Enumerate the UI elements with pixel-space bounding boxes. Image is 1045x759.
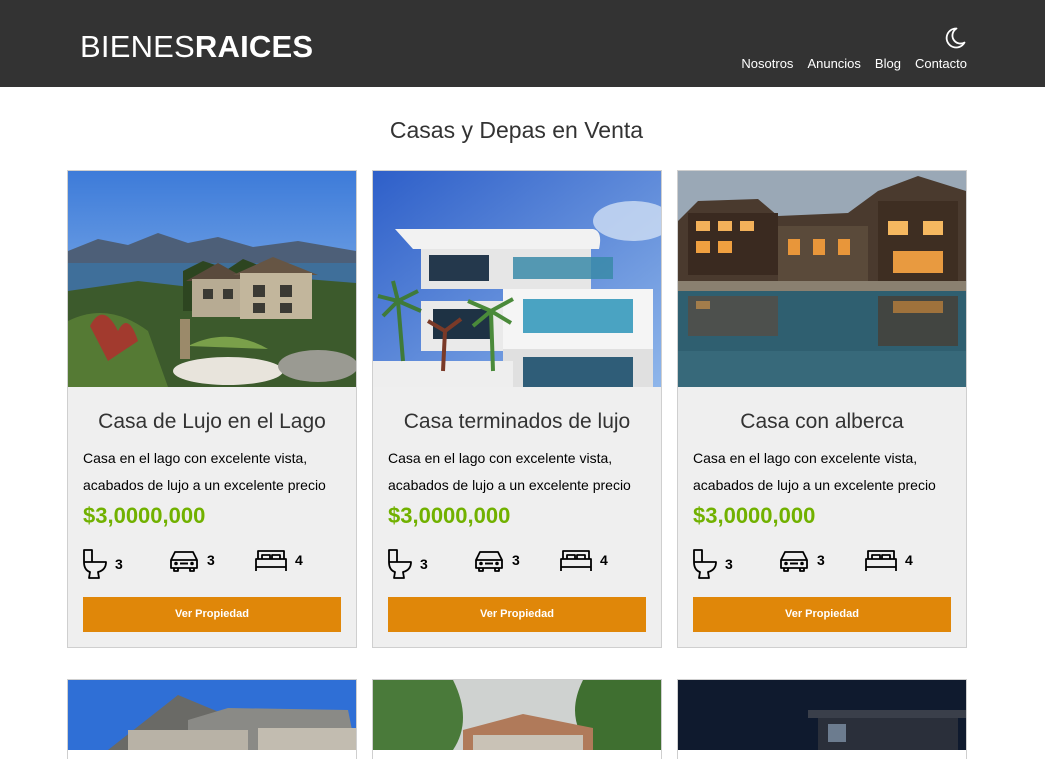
listing-features: 3 3 4 — [82, 548, 342, 580]
listing-card: Casa con alberca Casa en el lago con exc… — [677, 170, 967, 648]
toilet-icon — [693, 549, 717, 579]
feature-parking: 3 — [778, 548, 825, 572]
bed-icon — [560, 550, 592, 571]
listing-photo — [678, 171, 966, 387]
toilet-icon — [83, 549, 107, 579]
parking-count: 3 — [817, 552, 825, 568]
listing-description: Casa en el lago con excelente vista, aca… — [388, 450, 631, 493]
feature-bathrooms: 3 — [387, 548, 428, 580]
feature-bathrooms: 3 — [82, 548, 123, 580]
bedrooms-count: 4 — [905, 552, 913, 568]
logo-light-text: BIENES — [80, 29, 195, 64]
listing-description: Casa en el lago con excelente vista, aca… — [83, 450, 326, 493]
page-title: Casas y Depas en Venta — [389, 117, 644, 143]
bathrooms-count: 3 — [115, 556, 123, 572]
listing-title: Casa terminados de lujo — [403, 410, 631, 433]
listing-photo — [68, 680, 356, 750]
listing-features: 3 3 4 — [692, 548, 952, 580]
listing-price: $3,0000,000 — [83, 503, 206, 528]
view-property-button[interactable]: Ver Propiedad — [693, 597, 951, 632]
view-property-button[interactable]: Ver Propiedad — [83, 597, 341, 632]
bedrooms-count: 4 — [600, 552, 608, 568]
feature-parking: 3 — [473, 548, 520, 572]
bed-icon — [865, 550, 897, 571]
listing-title: Casa con alberca — [740, 410, 904, 433]
nav-link-contacto[interactable]: Contacto — [915, 55, 967, 73]
listing-photo — [373, 171, 661, 387]
listing-card-partial — [372, 679, 662, 759]
site-header: BIENESRAICES Nosotros Anuncios Blog Cont… — [0, 0, 1045, 87]
bathrooms-count: 3 — [725, 556, 733, 572]
view-property-button[interactable]: Ver Propiedad — [388, 597, 646, 632]
listing-card: Casa de Lujo en el Lago Casa en el lago … — [67, 170, 357, 648]
bathrooms-count: 3 — [420, 556, 428, 572]
listing-photo — [373, 680, 661, 750]
feature-bathrooms: 3 — [692, 548, 733, 580]
moon-icon[interactable] — [943, 26, 967, 50]
logo-bold-text: RAICES — [194, 29, 314, 64]
listing-photo — [68, 171, 356, 387]
site-logo[interactable]: BIENESRAICES — [80, 29, 313, 65]
listing-price: $3,0000,000 — [388, 503, 511, 528]
toilet-icon — [388, 549, 412, 579]
nav-link-blog[interactable]: Blog — [875, 55, 901, 73]
bed-icon — [255, 550, 287, 571]
feature-bedrooms: 4 — [864, 548, 913, 572]
feature-bedrooms: 4 — [254, 548, 303, 572]
car-icon — [780, 551, 808, 572]
parking-count: 3 — [207, 552, 215, 568]
listing-features: 3 3 4 — [387, 548, 647, 580]
nav-link-anuncios[interactable]: Anuncios — [807, 55, 860, 73]
listing-description: Casa en el lago con excelente vista, aca… — [693, 450, 936, 493]
bedrooms-count: 4 — [295, 552, 303, 568]
feature-parking: 3 — [168, 548, 215, 572]
listing-card-partial — [67, 679, 357, 759]
feature-bedrooms: 4 — [559, 548, 608, 572]
listing-card: Casa terminados de lujo Casa en el lago … — [372, 170, 662, 648]
car-icon — [170, 551, 198, 572]
main-nav: Nosotros Anuncios Blog Contacto — [741, 55, 967, 73]
parking-count: 3 — [512, 552, 520, 568]
nav-link-nosotros[interactable]: Nosotros — [741, 55, 793, 73]
car-icon — [475, 551, 503, 572]
listing-title: Casa de Lujo en el Lago — [98, 410, 326, 433]
listing-card-partial — [677, 679, 967, 759]
listing-photo — [678, 680, 966, 750]
listing-price: $3,0000,000 — [693, 503, 816, 528]
